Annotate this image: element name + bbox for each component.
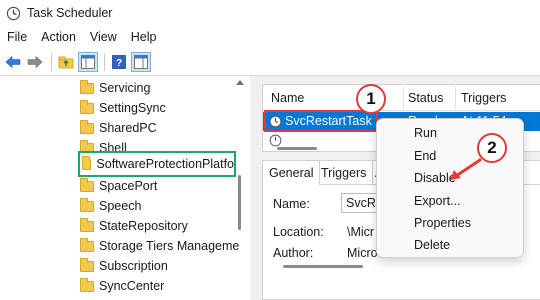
- column-header-triggers[interactable]: Triggers: [461, 91, 506, 105]
- column-separator[interactable]: [455, 87, 456, 109]
- folder-icon: [80, 139, 94, 154]
- tab-triggers[interactable]: Triggers: [315, 161, 374, 185]
- menu-file[interactable]: File: [0, 30, 34, 44]
- back-button[interactable]: [3, 52, 23, 72]
- location-field-label: Location:: [273, 225, 324, 239]
- column-header-status[interactable]: Status: [408, 91, 443, 105]
- show-hide-tree-button[interactable]: [78, 51, 98, 72]
- step-1-badge: 1: [356, 84, 386, 114]
- folder-icon: [80, 277, 94, 292]
- context-menu-properties[interactable]: Properties: [414, 216, 471, 230]
- column-header-name[interactable]: Name: [271, 91, 304, 105]
- tree-item-settingsync[interactable]: SettingSync: [80, 98, 166, 118]
- svg-text:?: ?: [116, 58, 122, 69]
- window-title: Task Scheduler: [27, 6, 113, 20]
- tree-item-label: Storage Tiers Manageme: [99, 239, 240, 253]
- toolbar-separator: [51, 52, 52, 71]
- folder-icon: [80, 99, 94, 114]
- help-icon: ?: [112, 54, 126, 69]
- details-horizontal-scrollbar[interactable]: [283, 265, 363, 268]
- tree-item-spaceport[interactable]: SpacePort: [80, 176, 157, 196]
- tree-item-label: SyncCenter: [99, 279, 165, 293]
- task-clock-icon: [269, 134, 282, 147]
- tree-item-label: Speech: [99, 199, 142, 213]
- context-menu-run[interactable]: Run: [414, 126, 437, 140]
- menu-action[interactable]: Action: [34, 30, 83, 44]
- help-button[interactable]: ?: [109, 52, 129, 72]
- tree-item-staterepository[interactable]: StateRepository: [80, 216, 188, 236]
- menu-view[interactable]: View: [83, 30, 124, 44]
- context-menu-delete[interactable]: Delete: [414, 238, 450, 252]
- tree-scrollbar[interactable]: [236, 80, 244, 298]
- folder-icon: [80, 217, 94, 232]
- folder-tree: Servicing SettingSync SharedPC Shell Sof…: [0, 76, 250, 300]
- column-separator[interactable]: [403, 87, 404, 109]
- list-horizontal-scrollbar[interactable]: [277, 147, 317, 150]
- name-field-label: Name:: [273, 197, 310, 211]
- tree-item-servicing[interactable]: Servicing: [80, 78, 150, 98]
- scrollbar-thumb[interactable]: [238, 175, 241, 230]
- author-field-label: Author:: [273, 246, 314, 260]
- tree-item-label: SettingSync: [99, 101, 166, 115]
- folder-icon: [80, 177, 94, 192]
- tree-item-softwareprotectionplatform[interactable]: SoftwareProtectionPlatfo: [78, 151, 236, 177]
- tree-item-subscription[interactable]: Subscription: [80, 256, 168, 276]
- properties-pane-button[interactable]: [131, 51, 151, 72]
- tree-item-storage-tiers-management[interactable]: Storage Tiers Manageme: [80, 236, 239, 256]
- tree-item-label: StateRepository: [99, 219, 188, 233]
- folder-icon: [80, 237, 94, 252]
- context-menu-end[interactable]: End: [414, 149, 436, 163]
- up-folder-button[interactable]: [56, 52, 76, 72]
- folder-up-icon: [58, 56, 74, 68]
- tree-item-label: Servicing: [99, 81, 151, 95]
- task-highlight-box: [264, 110, 378, 132]
- tree-item-synccenter[interactable]: SyncCenter: [80, 276, 164, 296]
- menu-help[interactable]: Help: [124, 30, 164, 44]
- tree-item-speech[interactable]: Speech: [80, 196, 141, 216]
- pane-splitter[interactable]: [250, 76, 258, 300]
- forward-arrow-icon: [27, 55, 43, 68]
- show-hide-tree-icon: [81, 54, 95, 69]
- task-scheduler-app-icon: [6, 6, 21, 20]
- tree-item-sharedpc[interactable]: SharedPC: [80, 118, 157, 138]
- folder-icon: [80, 79, 94, 94]
- tree-item-label: SharedPC: [99, 121, 157, 135]
- scroll-up-arrow-icon[interactable]: [236, 80, 244, 85]
- author-value: Micro: [347, 246, 378, 260]
- step-2-arrow-icon: [450, 158, 482, 180]
- back-arrow-icon: [5, 55, 21, 68]
- folder-icon: [80, 119, 94, 134]
- folder-icon: [82, 155, 92, 170]
- toolbar: ?: [0, 48, 540, 75]
- menu-bar: File Action View Help: [0, 26, 540, 48]
- forward-button[interactable]: [25, 52, 45, 72]
- tree-item-label: SpacePort: [99, 179, 158, 193]
- location-value: \Micr: [347, 225, 375, 239]
- folder-icon: [80, 197, 94, 212]
- task-list-header: Name Status Triggers: [263, 85, 540, 111]
- toolbar-separator: [104, 52, 105, 71]
- tree-item-label: Subscription: [99, 259, 168, 273]
- properties-pane-icon: [134, 54, 148, 69]
- title-bar: Task Scheduler: [0, 0, 540, 26]
- folder-icon: [80, 257, 94, 272]
- tab-general[interactable]: General: [263, 161, 321, 185]
- tree-item-label: SoftwareProtectionPlatfo: [96, 157, 234, 171]
- context-menu-export[interactable]: Export...: [414, 194, 461, 208]
